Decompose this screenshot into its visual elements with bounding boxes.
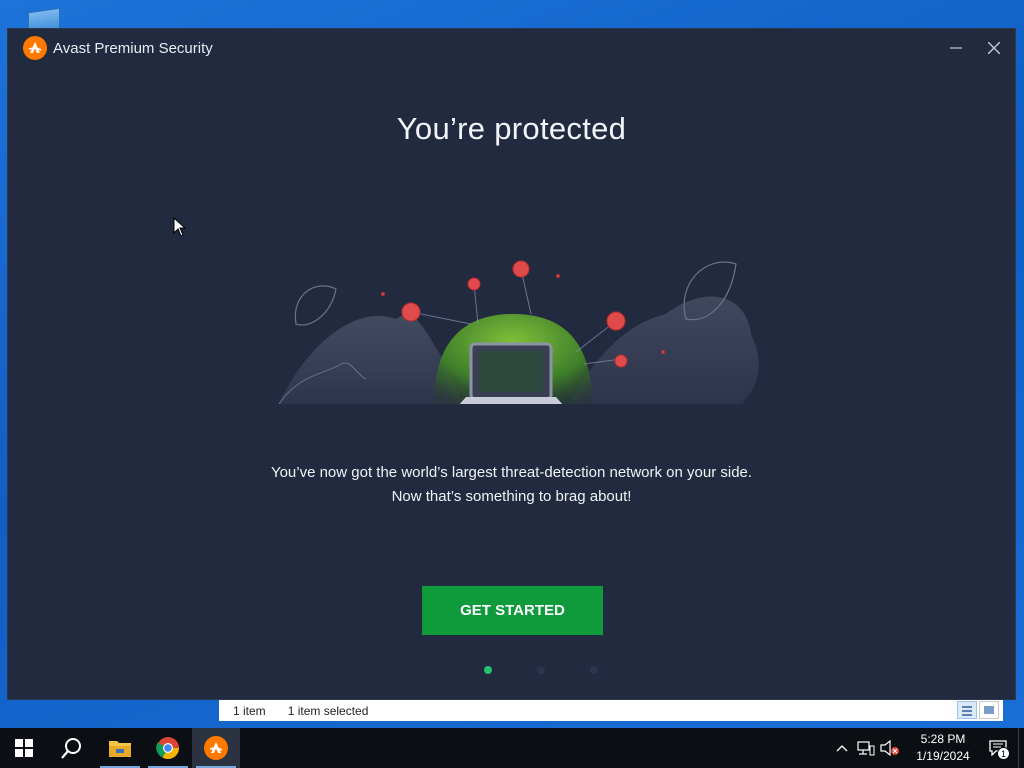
clock-date: 1/19/2024 [916,749,970,763]
title-bar: Avast Premium Security [8,29,1015,67]
minimize-button[interactable] [943,35,969,61]
get-started-button[interactable]: GET STARTED [422,586,603,635]
window-title: Avast Premium Security [53,39,213,57]
large-icons-view-icon[interactable] [979,701,999,719]
search-button[interactable] [48,728,96,768]
network-button[interactable] [854,728,878,768]
selected-count: 1 item selected [287,703,369,718]
mouse-cursor-icon [173,217,187,237]
file-explorer-button[interactable] [96,728,144,768]
onboarding-pager [484,666,598,674]
pager-dot-1[interactable] [484,666,492,674]
protection-illustration [278,260,759,404]
pager-dot-3[interactable] [590,666,598,674]
chrome-button[interactable] [144,728,192,768]
avast-taskbar-button[interactable] [192,728,240,768]
taskbar: 5:28 PM 1/19/2024 1 [0,728,1024,768]
system-tray: 5:28 PM 1/19/2024 1 [830,728,1024,768]
message-line-2: Now that’s something to brag about! [391,488,632,505]
chevron-up-icon [836,745,848,752]
folder-icon [109,741,131,757]
minimize-icon [950,47,962,49]
close-icon [988,42,1000,54]
message-line-1: You’ve now got the world’s largest threa… [270,464,753,481]
explorer-status-bar: 1 item 1 item selected [219,699,1003,721]
message: You’ve now got the world’s largest threa… [8,461,1015,509]
network-icon [857,741,875,756]
clock[interactable]: 5:28 PM 1/19/2024 [908,731,978,765]
avast-window: Avast Premium Security You’re protected [7,28,1016,700]
notification-count-badge: 1 [997,747,1010,760]
item-count: 1 item [233,703,266,718]
avast-icon [204,736,228,760]
details-view-icon[interactable] [957,701,977,719]
search-icon [61,738,81,759]
pager-dot-2[interactable] [537,666,545,674]
page-title: You’re protected [396,111,627,146]
clock-time: 5:28 PM [920,732,966,746]
show-desktop-button[interactable] [1018,728,1024,768]
show-hidden-icons-button[interactable] [830,728,854,768]
close-button[interactable] [981,35,1007,61]
volume-muted-icon [880,740,899,756]
windows-logo-icon [15,739,33,757]
avast-logo-icon [23,36,47,60]
action-center-button[interactable]: 1 [978,728,1018,768]
chrome-icon [156,737,179,759]
volume-button[interactable] [878,728,902,768]
start-button[interactable] [0,728,48,768]
